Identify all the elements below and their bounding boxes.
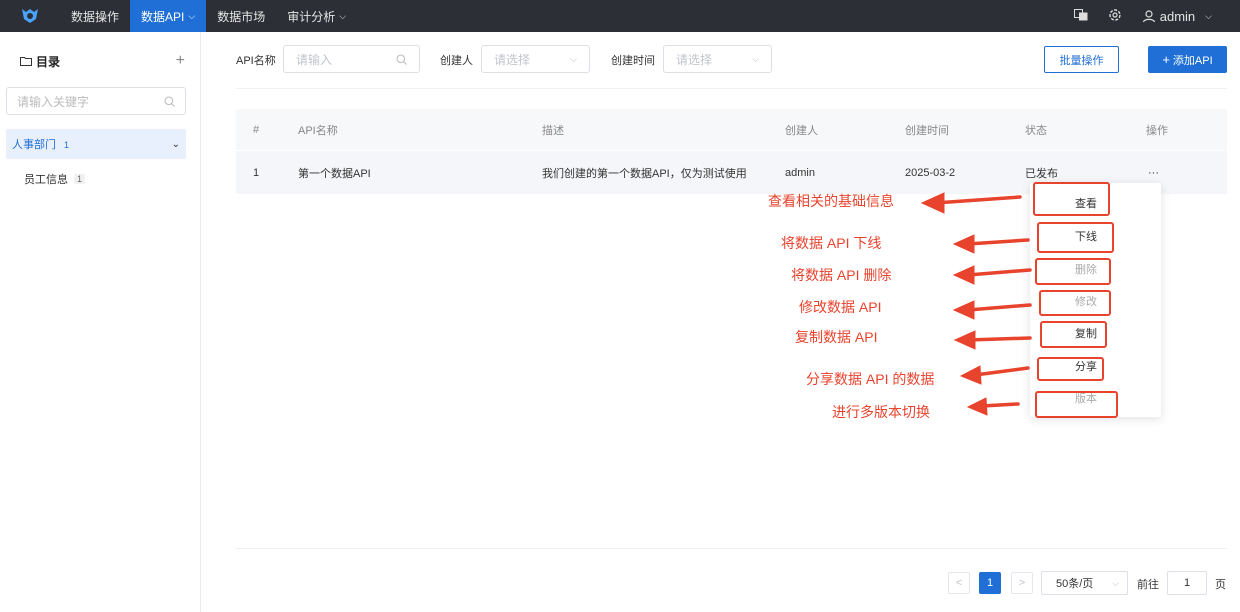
- api-name-placeholder: 请输入: [296, 52, 333, 67]
- top-navigation-bar: 数据操作 数据API ⌵ 数据市场 审计分析 ⌵ admin ⌵: [0, 0, 1240, 32]
- highlight-box-delete: [1035, 258, 1111, 285]
- column-header-created-time: 创建时间: [905, 124, 949, 137]
- column-header-index: #: [253, 123, 260, 136]
- tree-node-employee-info[interactable]: 员工信息 1: [24, 171, 86, 187]
- column-header-operation: 操作: [1146, 124, 1168, 137]
- nav-audit-analysis[interactable]: 审计分析 ⌵: [276, 0, 357, 32]
- add-button-label: 添加API: [1172, 54, 1213, 67]
- creator-placeholder: 请选择: [494, 52, 531, 67]
- column-header-status: 状态: [1025, 124, 1047, 137]
- folder-icon: [20, 57, 32, 66]
- add-catalog-icon[interactable]: +: [176, 52, 185, 70]
- created-time-placeholder: 请选择: [676, 52, 713, 67]
- catalog-search-input[interactable]: 请输入关键字: [6, 87, 186, 115]
- search-icon: [396, 54, 407, 65]
- highlight-box-edit: [1039, 290, 1111, 316]
- annotation-edit: 修改数据 API: [799, 299, 882, 315]
- goto-label: 前往: [1137, 579, 1159, 591]
- annotation-version: 进行多版本切换: [832, 404, 930, 420]
- creator-label: 创建人: [440, 55, 473, 67]
- annotation-copy: 复制数据 API: [795, 329, 878, 345]
- api-name-label: API名称: [236, 55, 276, 67]
- nav-label: 数据API: [141, 9, 185, 24]
- nav-data-api[interactable]: 数据API ⌵: [130, 0, 207, 32]
- divider: [236, 88, 1227, 89]
- row-description: 我们创建的第一个数据API，仅为测试使用: [542, 167, 747, 180]
- table-header: # API名称 描述 创建人 创建时间 状态 操作: [236, 109, 1227, 150]
- chevron-down-icon: ⌵: [752, 53, 759, 64]
- nav-data-market[interactable]: 数据市场: [206, 0, 276, 32]
- username: admin: [1159, 8, 1196, 24]
- creator-select[interactable]: 请选择 ⌵: [481, 45, 590, 73]
- tree-node-count: 1: [74, 174, 86, 184]
- column-header-description: 描述: [542, 124, 564, 137]
- chevron-down-icon[interactable]: ⌄: [172, 139, 180, 150]
- search-placeholder: 请输入关键字: [17, 94, 90, 109]
- highlight-box-offline: [1037, 222, 1114, 253]
- row-api-name: 第一个数据API: [298, 167, 371, 180]
- batch-operation-button[interactable]: 批量操作: [1044, 46, 1119, 73]
- highlight-box-share: [1037, 357, 1104, 381]
- tree-node-department[interactable]: 人事部门 1 ⌄: [6, 129, 186, 159]
- column-header-api-name: API名称: [298, 124, 338, 137]
- annotation-view: 查看相关的基础信息: [768, 193, 894, 209]
- created-time-select[interactable]: 请选择 ⌵: [663, 45, 772, 73]
- catalog-sidebar: 目录 + 请输入关键字 人事部门 1 ⌄ 员工信息 1: [0, 32, 201, 612]
- api-name-input[interactable]: 请输入: [283, 45, 420, 73]
- created-time-label: 创建时间: [611, 55, 655, 67]
- page-size-select[interactable]: 50条/页 ⌵: [1041, 571, 1128, 595]
- column-header-creator: 创建人: [785, 124, 818, 137]
- nav-label: 数据市场: [217, 9, 266, 24]
- next-page-button[interactable]: >: [1011, 572, 1033, 594]
- batch-button-label: 批量操作: [1059, 54, 1104, 67]
- department-count: 1: [64, 140, 70, 150]
- chevron-down-icon: ⌵: [1205, 10, 1212, 21]
- page-number-current[interactable]: 1: [979, 572, 1001, 594]
- highlight-box-version: [1035, 391, 1118, 418]
- nav-data-operation[interactable]: 数据操作: [60, 0, 130, 32]
- chevron-down-icon: ⌵: [570, 53, 577, 64]
- row-creator: admin: [785, 166, 815, 179]
- user-menu[interactable]: admin ⌵: [1142, 9, 1212, 24]
- tree-node-label: 员工信息: [24, 174, 68, 186]
- chevron-down-icon: ⌵: [188, 10, 196, 21]
- app-logo-icon[interactable]: [0, 0, 60, 32]
- catalog-title: 目录: [36, 54, 61, 69]
- nav-label: 审计分析: [287, 9, 336, 24]
- settings-gear-icon[interactable]: [1108, 8, 1122, 25]
- chevron-down-icon: ⌵: [1112, 577, 1119, 588]
- pagination-divider: [236, 548, 1227, 549]
- annotation-offline: 将数据 API 下线: [781, 235, 882, 251]
- nav-label: 数据操作: [71, 9, 120, 24]
- highlight-box-view: [1033, 182, 1110, 216]
- search-icon: [164, 96, 175, 107]
- highlight-box-copy: [1040, 321, 1107, 348]
- user-icon: [1142, 10, 1155, 23]
- row-index: 1: [253, 166, 260, 179]
- prev-page-button[interactable]: <: [948, 572, 970, 594]
- goto-page-input[interactable]: 1: [1167, 571, 1207, 595]
- translate-icon[interactable]: [1073, 8, 1088, 24]
- chevron-down-icon: ⌵: [339, 10, 347, 21]
- add-api-button[interactable]: + 添加API: [1148, 46, 1227, 73]
- page-suffix: 页: [1215, 579, 1226, 591]
- plus-icon: +: [1162, 52, 1170, 67]
- row-created-time: 2025-03-2: [905, 166, 956, 179]
- page-size-value: 50条/页: [1056, 578, 1094, 590]
- annotation-delete: 将数据 API 删除: [791, 267, 892, 283]
- catalog-header: 目录 +: [20, 52, 185, 70]
- annotation-share: 分享数据 API 的数据: [806, 371, 935, 387]
- department-label: 人事部门: [12, 139, 56, 151]
